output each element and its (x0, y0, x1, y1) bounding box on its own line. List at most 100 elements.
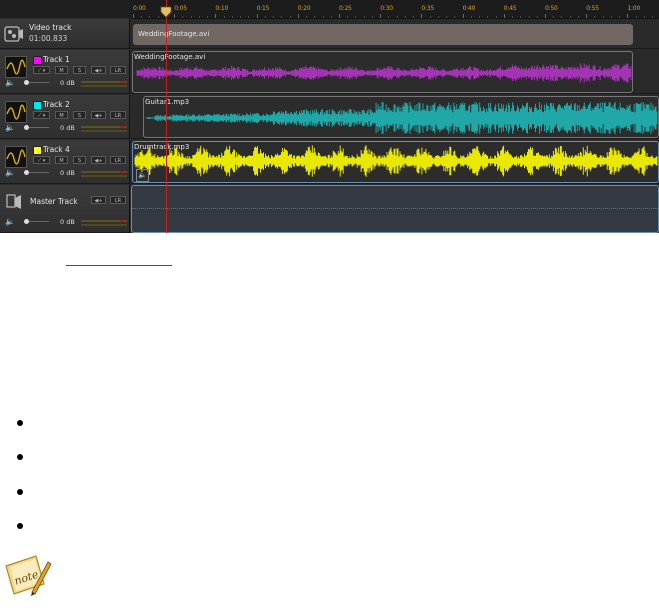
track-color-swatch[interactable] (33, 101, 42, 110)
ruler-minor-tick (594, 16, 596, 18)
track-header-1[interactable]: Track 1 ⟋ ▾ M S ◀+ LR 🔈 0 dB (0, 50, 130, 94)
ruler-tick-label: 0:15 (256, 5, 270, 12)
ruler-tick (380, 14, 382, 18)
video-clip-label: WeddingFootage.avi (138, 30, 210, 38)
master-track-row: Master Track ◀+ LR 🔈 0 dB (0, 185, 659, 233)
track-color-swatch[interactable] (33, 146, 42, 155)
ruler-minor-tick (190, 16, 192, 18)
ruler-tick-label: 0:10 (215, 5, 229, 12)
solo-button[interactable]: S (73, 111, 86, 119)
ruler-tick-label: 0:20 (297, 5, 311, 12)
master-track-name: Master Track (30, 197, 78, 206)
lr-button[interactable]: LR (110, 111, 126, 119)
rewind-button[interactable]: ◀+ (91, 156, 106, 164)
rewind-button[interactable]: ◀+ (91, 196, 106, 204)
ruler-minor-tick (487, 16, 489, 18)
clip-indicator (120, 171, 125, 173)
level-meter-right (81, 85, 127, 87)
ruler-minor-tick (437, 16, 439, 18)
waveform-track-2 (144, 102, 658, 134)
track-lane-4: Drumtrack.mp3 🔈 (131, 140, 659, 184)
ruler-minor-tick (652, 16, 654, 18)
ruler-minor-tick (248, 16, 250, 18)
track-header-2[interactable]: Track 2 ⟋ ▾ M S ◀+ LR 🔈 0 dB (0, 95, 130, 139)
mute-button[interactable]: M (55, 66, 68, 74)
lr-button[interactable]: LR (110, 66, 126, 74)
track-row-1: Track 1 ⟋ ▾ M S ◀+ LR 🔈 0 dB WeddingFoot… (0, 50, 659, 94)
ruler-minor-tick (273, 16, 275, 18)
master-track-lane[interactable] (131, 185, 659, 233)
ruler-minor-tick (396, 16, 398, 18)
video-track-row: Video track 01:00.833 WeddingFootage.avi (0, 19, 659, 49)
speaker-icon: 🔈 (5, 168, 15, 177)
volume-slider-track[interactable] (29, 82, 49, 83)
ruler-tick-label: 0:45 (503, 5, 517, 12)
automation-icon[interactable]: ⟋ ▾ (33, 156, 50, 164)
waveform-thumbnail-icon (5, 146, 27, 168)
clip-speaker-icon[interactable]: 🔈 (136, 169, 149, 182)
note-pencil-icon: note (2, 548, 52, 598)
clip-indicator (120, 81, 125, 83)
timeline-ruler[interactable]: 0:00 0:05 0:10 0:15 0:20 0:25 0:30 0:35 0:40 0:45… (131, 0, 659, 19)
ruler-minor-tick (314, 16, 316, 18)
video-track-header[interactable]: Video track 01:00.833 (0, 19, 130, 49)
ruler-tick-label: 0:25 (339, 5, 352, 12)
speaker-icon: 🔈 (5, 78, 15, 87)
level-meter-right (81, 175, 127, 177)
ruler-minor-tick (363, 16, 365, 18)
film-icon (4, 24, 24, 44)
ruler-tick-label: 0:00 (133, 5, 146, 12)
track-name: Track 2 (43, 100, 70, 109)
ruler-tick-label: 0:50 (545, 5, 558, 12)
ruler-tick (339, 14, 340, 18)
ruler-minor-tick (536, 16, 538, 18)
track-header-4[interactable]: Track 4 ⟋ ▾ M S ◀+ LR 🔈 0 dB (0, 140, 130, 184)
lr-button[interactable]: LR (110, 156, 126, 164)
speaker-icon: 🔈 (5, 123, 15, 132)
rewind-button[interactable]: ◀+ (91, 111, 106, 119)
mute-button[interactable]: M (55, 111, 68, 119)
ruler-minor-tick (404, 16, 406, 18)
track-row-4: Track 4 ⟋ ▾ M S ◀+ LR 🔈 0 dB Drumtrack.m… (0, 140, 659, 184)
rewind-button[interactable]: ◀+ (91, 66, 106, 74)
automation-icon[interactable]: ⟋ ▾ (33, 111, 50, 119)
ruler-minor-tick (413, 16, 415, 18)
bullet-icon (17, 523, 23, 529)
ruler-minor-tick (446, 16, 448, 18)
volume-readout: 0 dB (60, 124, 75, 132)
ruler-tick (215, 14, 217, 18)
ruler-minor-tick (207, 16, 209, 18)
video-clip[interactable]: WeddingFootage.avi (133, 24, 633, 45)
hyperlink[interactable] (33, 252, 172, 266)
solo-button[interactable]: S (73, 156, 86, 164)
volume-slider-track[interactable] (29, 127, 49, 128)
playhead-marker-icon[interactable] (160, 3, 172, 18)
mute-button[interactable]: M (55, 156, 68, 164)
ruler-minor-tick (528, 16, 530, 18)
ruler-minor-tick (149, 16, 151, 18)
solo-button[interactable]: S (73, 66, 86, 74)
ruler-minor-tick (470, 16, 472, 18)
audio-clip[interactable]: Drumtrack.mp3 🔈 (132, 141, 659, 183)
clip-indicator (120, 126, 125, 128)
lr-button[interactable]: LR (110, 196, 126, 204)
ruler-tick (545, 14, 546, 18)
automation-icon[interactable]: ⟋ ▾ (33, 66, 50, 74)
audio-clip[interactable]: WeddingFootage.avi (132, 51, 633, 93)
ruler-minor-tick (141, 16, 143, 18)
ruler-minor-tick (602, 16, 604, 18)
ruler-minor-tick (231, 16, 233, 18)
ruler-minor-tick (281, 16, 283, 18)
ruler-minor-tick (553, 16, 555, 18)
volume-slider-track[interactable] (29, 172, 49, 173)
ruler-minor-tick (561, 16, 563, 18)
ruler-tick (627, 14, 629, 18)
ruler-tick-label: 1:00 (627, 5, 641, 12)
track-color-swatch[interactable] (33, 56, 42, 65)
ruler-tick-label: 0:05 (174, 5, 187, 12)
audio-clip[interactable]: Guitar1.mp3 (143, 96, 659, 138)
master-track-icon (5, 192, 25, 212)
clip-indicator (120, 220, 125, 222)
volume-slider-track[interactable] (29, 221, 49, 222)
master-track-header[interactable]: Master Track ◀+ LR 🔈 0 dB (0, 185, 130, 233)
